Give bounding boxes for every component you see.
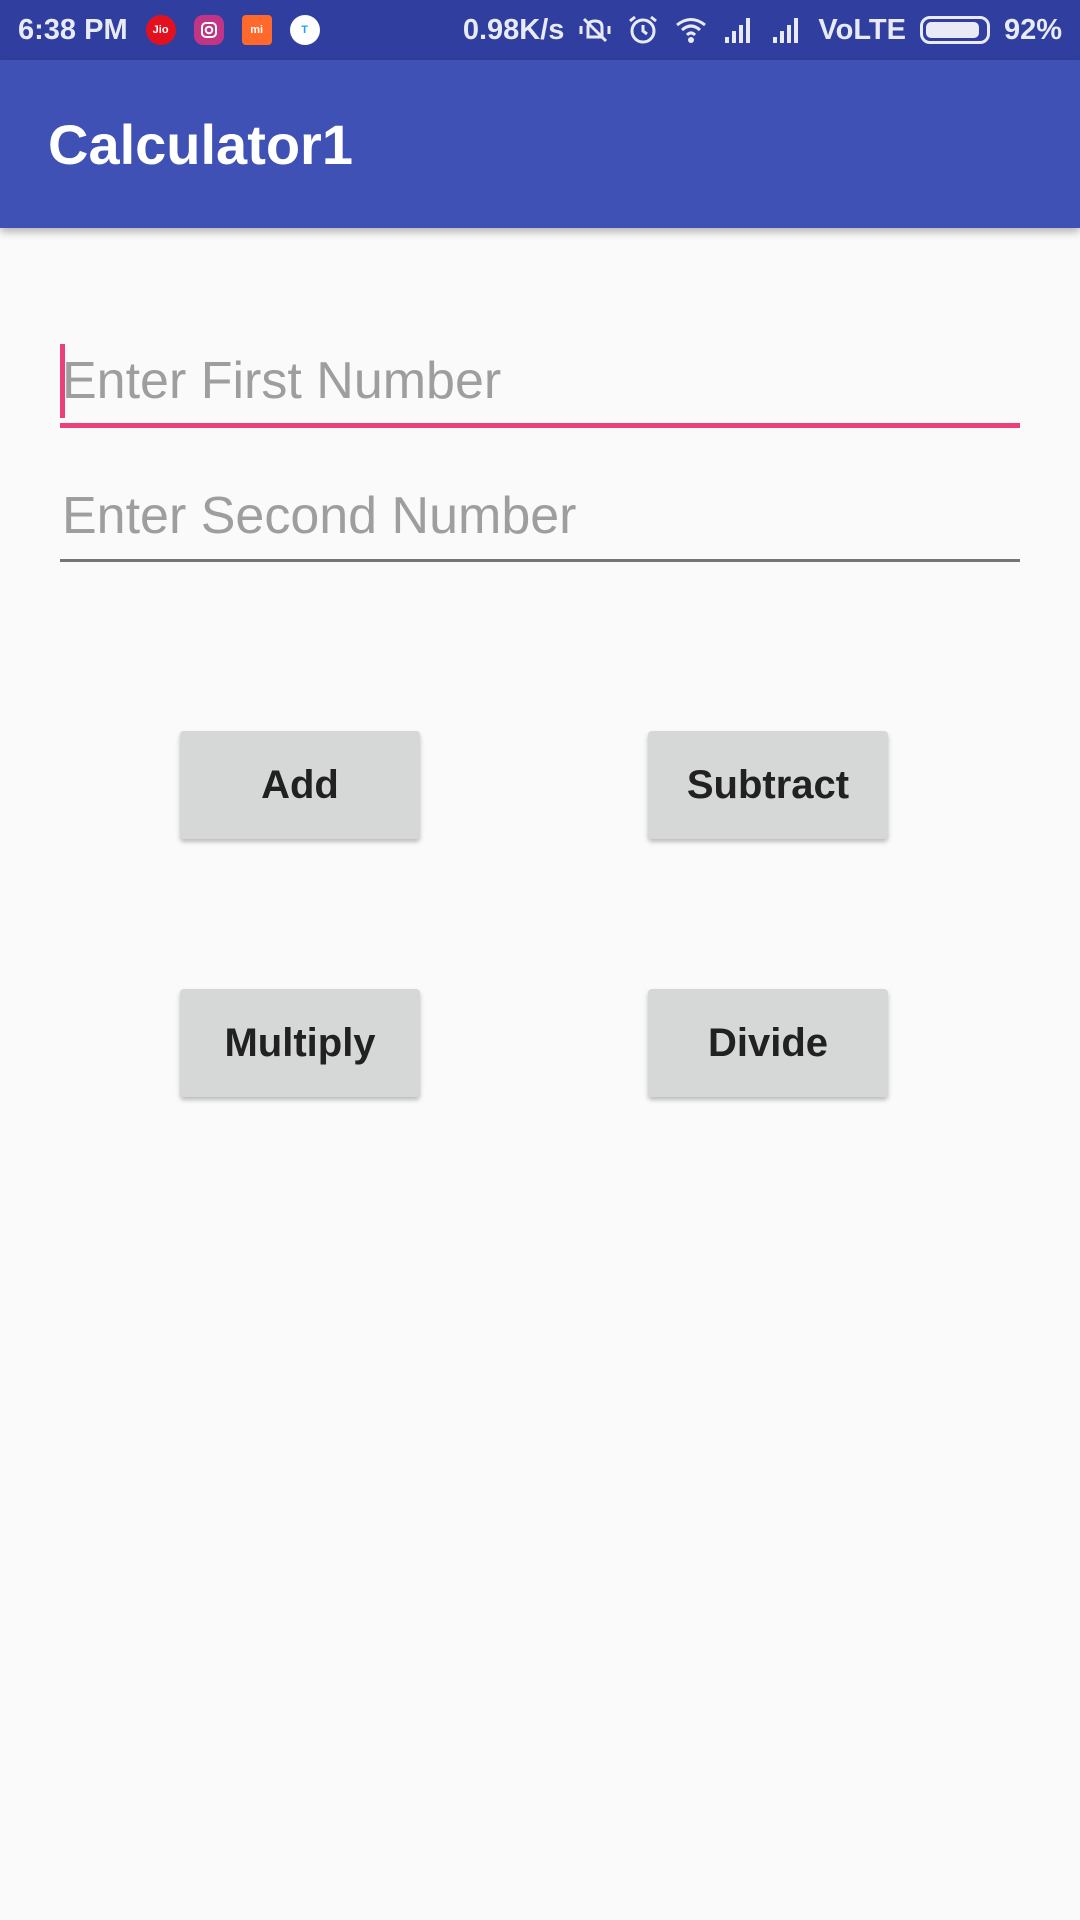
signal-icon <box>725 18 751 43</box>
subtract-button[interactable]: Subtract <box>648 731 888 839</box>
network-type: VoLTE <box>818 13 906 46</box>
vibrate-off-icon <box>579 17 611 43</box>
status-bar: 6:38 PM Jio mi T 0.98K/s VoLTE 92% <box>0 0 1080 60</box>
signal-icon-2 <box>773 18 799 43</box>
app-bar: Calculator1 <box>0 60 1080 228</box>
first-number-input[interactable] <box>60 338 1020 423</box>
first-number-field <box>60 338 1020 428</box>
multiply-button[interactable]: Multiply <box>180 989 420 1097</box>
second-number-field <box>60 472 1020 562</box>
second-number-input[interactable] <box>60 472 1020 559</box>
battery-fill <box>925 22 980 38</box>
t-icon: T <box>289 15 320 45</box>
text-cursor <box>60 344 65 418</box>
net-speed: 0.98K/s <box>462 13 565 46</box>
battery-percent: 92% <box>1003 13 1062 46</box>
divide-button[interactable]: Divide <box>648 989 888 1097</box>
jio-icon: Jio <box>145 15 176 45</box>
wifi-icon <box>676 18 707 43</box>
battery-icon <box>919 16 990 44</box>
instagram-icon <box>193 15 224 45</box>
status-time: 6:38 PM <box>18 13 128 46</box>
app-title: Calculator1 <box>48 112 353 176</box>
status-left: 6:38 PM Jio mi T <box>18 14 320 47</box>
alarm-icon <box>629 15 658 44</box>
status-right: 0.98K/s VoLTE 92% <box>463 13 1062 47</box>
add-button[interactable]: Add <box>180 731 420 839</box>
mi-icon: mi <box>241 15 272 45</box>
